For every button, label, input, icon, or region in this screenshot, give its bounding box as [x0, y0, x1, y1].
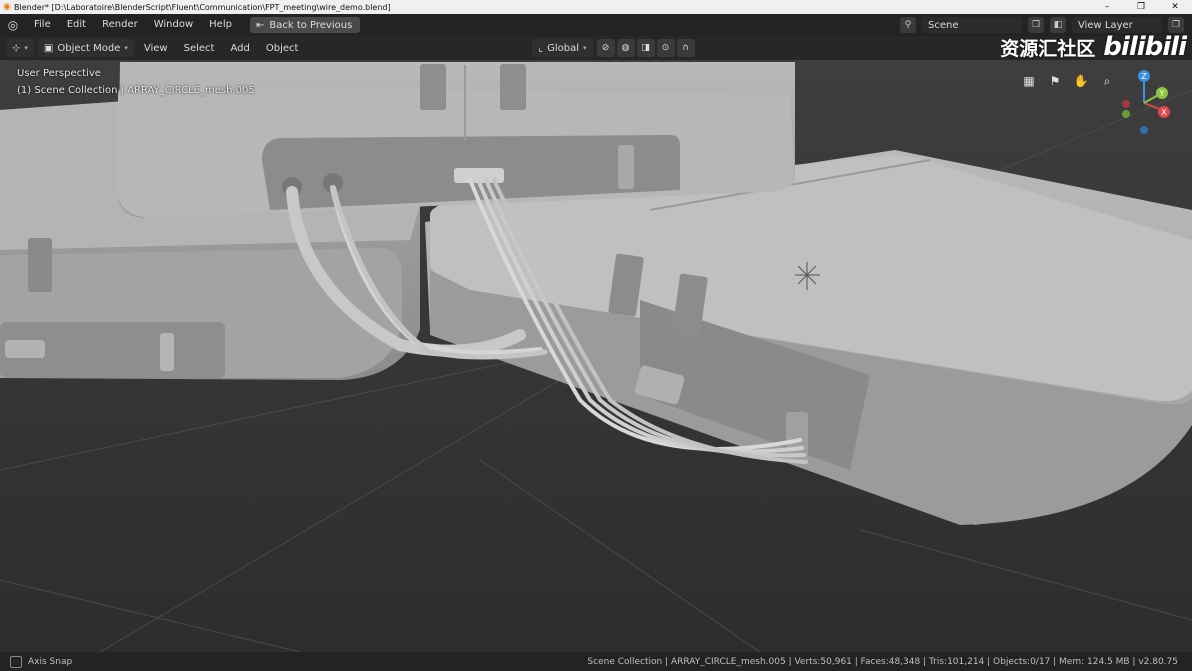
editor-type-icon: ⊹: [12, 42, 21, 54]
3d-viewport[interactable]: User Perspective (1) Scene Collection | …: [0, 60, 1192, 652]
editor-type-button[interactable]: ⊹ ▾: [6, 39, 34, 57]
scene-render: [0, 60, 1192, 652]
axis-snap-label: Axis Snap: [28, 656, 73, 667]
view-layer-selector[interactable]: View Layer: [1072, 17, 1162, 33]
back-to-previous-label: Back to Previous: [269, 19, 353, 31]
back-to-previous-button[interactable]: ⇤ Back to Previous: [249, 17, 361, 33]
orientation-icon: ⌞: [538, 42, 544, 54]
chevron-down-icon: ▾: [124, 44, 128, 52]
mode-label: Object Mode: [57, 42, 121, 54]
chevron-down-icon: ▾: [24, 44, 28, 52]
transform-orientation-selector[interactable]: ⌞ Global ▾: [532, 39, 593, 57]
snap-icon[interactable]: ◍: [616, 39, 635, 57]
pivot-icon[interactable]: ⊘: [596, 39, 615, 57]
gizmo-z-label: Z: [1141, 72, 1147, 81]
window-title: Blender* [D:\Laboratoire\BlenderScript\F…: [14, 2, 391, 12]
camera-icon[interactable]: ⚑: [1046, 72, 1064, 90]
gizmo-x-label: X: [1161, 108, 1167, 117]
gizmo-neg-y-handle[interactable]: [1122, 110, 1130, 118]
status-left: Axis Snap: [0, 655, 73, 668]
viewport-nav-icons: ▦ ⚑ ✋ ⌕: [1020, 72, 1116, 90]
scene-controls: ⚲ Scene ❐ ◧ View Layer ❐: [900, 17, 1192, 33]
proportional-edit-icon[interactable]: ⊙: [656, 39, 675, 57]
object-mode-icon: ▣: [43, 42, 54, 54]
keyboard-key-icon: [10, 655, 22, 668]
blender-logo-icon: ◉: [3, 2, 11, 12]
view-perspective-label: User Perspective: [17, 68, 101, 79]
scene-icon[interactable]: ⚲: [900, 17, 916, 33]
snap-controls: ⊘ ◍ ◨ ⊙ ∩: [596, 39, 695, 57]
watermark-text: 资源汇社区: [1000, 37, 1096, 60]
view-grid-icon[interactable]: ▦: [1020, 72, 1038, 90]
snap-target-icon[interactable]: ◨: [636, 39, 655, 57]
minimize-button[interactable]: –: [1090, 2, 1124, 12]
mode-selector[interactable]: ▣ Object Mode ▾: [37, 39, 134, 57]
maximize-button[interactable]: ❐: [1124, 2, 1158, 12]
scene-name: Scene: [928, 19, 959, 31]
chevron-down-icon: ▾: [583, 44, 587, 52]
gizmo-neg-x-handle[interactable]: [1122, 100, 1130, 108]
new-scene-icon[interactable]: ❐: [1028, 17, 1044, 33]
window-titlebar: ◉ Blender* [D:\Laboratoire\BlenderScript…: [0, 0, 1192, 14]
blender-menu-icon[interactable]: ◎: [0, 18, 26, 32]
gizmo-neg-z-handle[interactable]: [1140, 126, 1148, 134]
menu-edit[interactable]: Edit: [59, 14, 94, 36]
menu-add[interactable]: Add: [224, 39, 255, 57]
window-controls: – ❐ ✕: [1090, 2, 1192, 12]
bilibili-logo: bilibili: [1103, 32, 1187, 62]
collection-info-label: (1) Scene Collection | ARRAY_CIRCLE_mesh…: [17, 85, 255, 96]
menu-file[interactable]: File: [26, 14, 59, 36]
new-view-layer-icon[interactable]: ❐: [1168, 17, 1184, 33]
close-button[interactable]: ✕: [1158, 2, 1192, 12]
status-bar: Axis Snap Scene Collection | ARRAY_CIRCL…: [0, 652, 1192, 671]
menu-window[interactable]: Window: [146, 14, 201, 36]
gizmo-y-label: Y: [1159, 89, 1165, 98]
navigation-gizmo[interactable]: Z Y X: [1114, 68, 1174, 138]
menu-render[interactable]: Render: [94, 14, 146, 36]
hand-pan-icon[interactable]: ✋: [1072, 72, 1090, 90]
view-layer-icon[interactable]: ◧: [1050, 17, 1066, 33]
scene-selector[interactable]: Scene: [922, 17, 1022, 33]
falloff-icon[interactable]: ∩: [676, 39, 695, 57]
watermark: 资源汇社区 bilibili: [1000, 32, 1187, 62]
orientation-label: Global: [547, 42, 580, 54]
menu-view[interactable]: View: [138, 39, 174, 57]
scene-statistics: Scene Collection | ARRAY_CIRCLE_mesh.005…: [587, 656, 1178, 667]
menu-object[interactable]: Object: [260, 39, 305, 57]
view-layer-name: View Layer: [1078, 19, 1133, 31]
menu-select[interactable]: Select: [178, 39, 221, 57]
menu-help[interactable]: Help: [201, 14, 240, 36]
back-icon: ⇤: [255, 19, 265, 31]
